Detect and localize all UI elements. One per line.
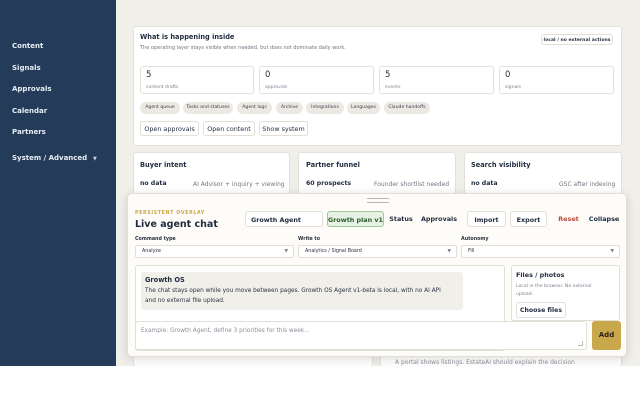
overlay-eyebrow: PERSISTENT OVERLAY xyxy=(135,211,205,216)
stat-label: events xyxy=(385,85,401,90)
stat-label: signals xyxy=(505,85,521,90)
chip-claude-handoffs[interactable]: Claude handoffs xyxy=(384,102,430,114)
write-to-label: Write to xyxy=(298,237,321,242)
add-button[interactable]: Add xyxy=(592,321,621,350)
files-note-line: Local in the browser. No external xyxy=(516,284,592,289)
inside-subtitle: The operating layer stays visible when n… xyxy=(140,45,346,51)
command-type-label: Command type xyxy=(135,237,176,242)
sidebar-item-approvals[interactable]: Approvals xyxy=(12,85,52,93)
files-note-line: upload. xyxy=(516,291,534,297)
reset-button[interactable]: Reset xyxy=(555,211,582,227)
panel-value: no data xyxy=(140,180,167,187)
panel-title: Partner funnel xyxy=(306,161,360,169)
inside-title: What is happening inside xyxy=(140,33,235,41)
bottom-strip xyxy=(0,366,640,400)
agent-select[interactable]: Growth Agent xyxy=(245,211,323,227)
stat-label: content drafts xyxy=(146,85,179,90)
chip-languages[interactable]: Languages xyxy=(347,102,380,114)
sidebar-item-signals[interactable]: Signals xyxy=(12,64,41,72)
panel-value: 60 prospects xyxy=(306,180,352,187)
stat-value: 0 xyxy=(505,70,511,80)
chat-message-text: The chat stays open while you move betwe… xyxy=(145,287,461,306)
panel-title: Buyer intent xyxy=(140,161,187,169)
drag-handle[interactable] xyxy=(367,198,389,203)
resize-handle-icon[interactable] xyxy=(578,341,583,346)
sidebar: Content Signals Approvals Calendar Partn… xyxy=(0,0,116,366)
overlay-title: Live agent chat xyxy=(135,219,218,230)
chevron-down-icon[interactable]: ▼ xyxy=(93,156,97,162)
panel-value: no data xyxy=(471,180,498,187)
growth-plan-button[interactable]: Growth plan v1 xyxy=(327,211,384,227)
files-note: Local in the browser. No external upload… xyxy=(516,283,592,298)
panel-note: AI Advisor + inquiry + viewing xyxy=(193,181,285,188)
chip-archive[interactable]: Archive xyxy=(276,102,303,114)
chevron-down-icon: ▼ xyxy=(284,249,288,254)
status-button[interactable]: Status xyxy=(387,211,415,227)
chat-input-placeholder: Example: Growth Agent, define 3 prioriti… xyxy=(141,328,310,334)
status-badge: local / no external actions xyxy=(541,34,613,45)
stat-value: 5 xyxy=(385,70,391,80)
open-content-button[interactable]: Open content xyxy=(203,121,255,136)
write-to-value: Analytics / Signal Board xyxy=(305,249,362,254)
export-button[interactable]: Export xyxy=(510,211,547,227)
files-title: Files / photos xyxy=(516,271,565,279)
chevron-down-icon: ▼ xyxy=(447,249,451,254)
panel-note: Founder shortlist needed xyxy=(374,181,450,188)
open-approvals-button[interactable]: Open approvals xyxy=(140,121,199,136)
stat-label: approvals xyxy=(265,85,288,90)
sidebar-item-system-advanced[interactable]: System / Advanced xyxy=(12,154,87,162)
chevron-down-icon: ▼ xyxy=(610,249,614,254)
chat-message-line: The chat stays open while you move betwe… xyxy=(145,288,441,294)
stat-value: 0 xyxy=(265,70,271,80)
chip-integrations[interactable]: Integrations xyxy=(306,102,344,114)
collapse-button[interactable]: Collapse xyxy=(585,211,623,227)
panel-note: GSC after indexing xyxy=(559,181,616,188)
sidebar-item-content[interactable]: Content xyxy=(12,42,43,50)
stat-card: 5 events xyxy=(379,66,494,94)
choose-files-button[interactable]: Choose files xyxy=(516,302,566,318)
import-button[interactable]: Import xyxy=(467,211,506,227)
chip-agent-queue[interactable]: Agent queue xyxy=(140,102,180,114)
chat-message-author: Growth OS xyxy=(145,276,185,284)
stat-card: 0 approvals xyxy=(259,66,374,94)
background-text: A portal shows listings. EstateAI should… xyxy=(395,359,575,366)
chip-agent-logs[interactable]: Agent logs xyxy=(237,102,272,114)
panel-title: Search visibility xyxy=(471,161,531,169)
stat-value: 5 xyxy=(146,70,152,80)
stat-card: 5 content drafts xyxy=(140,66,254,94)
agent-select-value: Growth Agent xyxy=(251,216,301,224)
command-type-value: Analyze xyxy=(142,249,161,254)
chat-message-line: and no external file upload. xyxy=(145,297,225,304)
stat-card: 0 signals xyxy=(499,66,614,94)
command-type-select[interactable]: Analyze ▼ xyxy=(135,245,294,258)
show-system-button[interactable]: Show system xyxy=(259,121,308,136)
autonomy-value: Fill xyxy=(468,249,475,254)
sidebar-item-calendar[interactable]: Calendar xyxy=(12,107,47,115)
sidebar-item-partners[interactable]: Partners xyxy=(12,128,46,136)
chat-input[interactable]: Example: Growth Agent, define 3 prioriti… xyxy=(135,321,587,350)
autonomy-select[interactable]: Fill ▼ xyxy=(461,245,620,258)
write-to-select[interactable]: Analytics / Signal Board ▼ xyxy=(298,245,457,258)
chip-tasks-statuses[interactable]: Tasks and statuses xyxy=(183,102,233,114)
approvals-button[interactable]: Approvals xyxy=(419,211,459,227)
autonomy-label: Autonomy xyxy=(461,237,489,242)
